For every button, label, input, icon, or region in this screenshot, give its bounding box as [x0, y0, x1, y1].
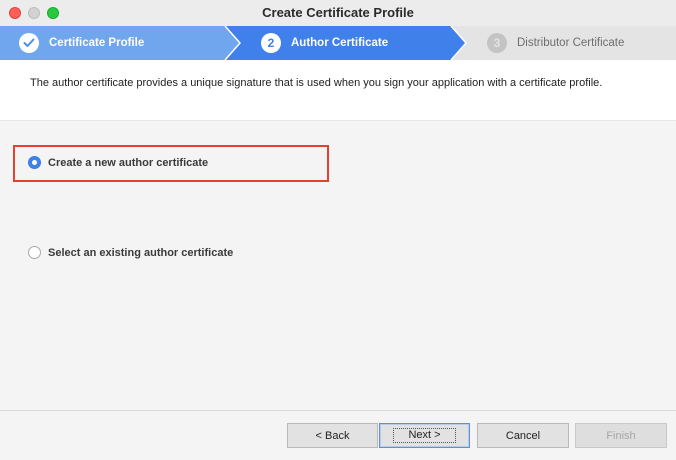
options-panel: Create a new author certificate Select a…: [0, 120, 676, 410]
step-author-certificate: 2 Author Certificate: [261, 26, 388, 60]
option-label: Select an existing author certificate: [48, 246, 234, 259]
step-description: The author certificate provides a unique…: [30, 77, 603, 89]
create-certificate-profile-window: Create Certificate Profile Certificate P…: [0, 0, 676, 460]
step-label: Distributor Certificate: [517, 37, 625, 49]
radio-button[interactable]: [28, 246, 41, 259]
step-number: 2: [261, 33, 281, 53]
wizard-footer: < Back Next > Cancel Finish: [0, 410, 676, 460]
step-number: 3: [487, 33, 507, 53]
step-certificate-profile: Certificate Profile: [19, 26, 144, 60]
checkmark-icon: [19, 33, 39, 53]
step-label: Author Certificate: [291, 37, 389, 49]
finish-button[interactable]: Finish: [575, 423, 667, 448]
create-new-author-certificate-option[interactable]: Create a new author certificate: [28, 156, 208, 169]
select-existing-author-certificate-option[interactable]: Select an existing author certificate: [28, 246, 233, 259]
option-label: Create a new author certificate: [48, 156, 209, 169]
cancel-button[interactable]: Cancel: [477, 423, 569, 448]
back-button[interactable]: < Back: [287, 423, 378, 448]
next-button-label: Next >: [393, 428, 456, 443]
window-title: Create Certificate Profile: [262, 5, 414, 20]
step-distributor-certificate: 3 Distributor Certificate: [487, 26, 624, 60]
radio-button-selected[interactable]: [28, 156, 41, 169]
title-bar: Create Certificate Profile: [0, 0, 676, 26]
wizard-steps-bar: Certificate Profile 2 Author Certificate…: [0, 26, 676, 60]
step-label: Certificate Profile: [49, 37, 145, 49]
next-button[interactable]: Next >: [379, 423, 470, 448]
